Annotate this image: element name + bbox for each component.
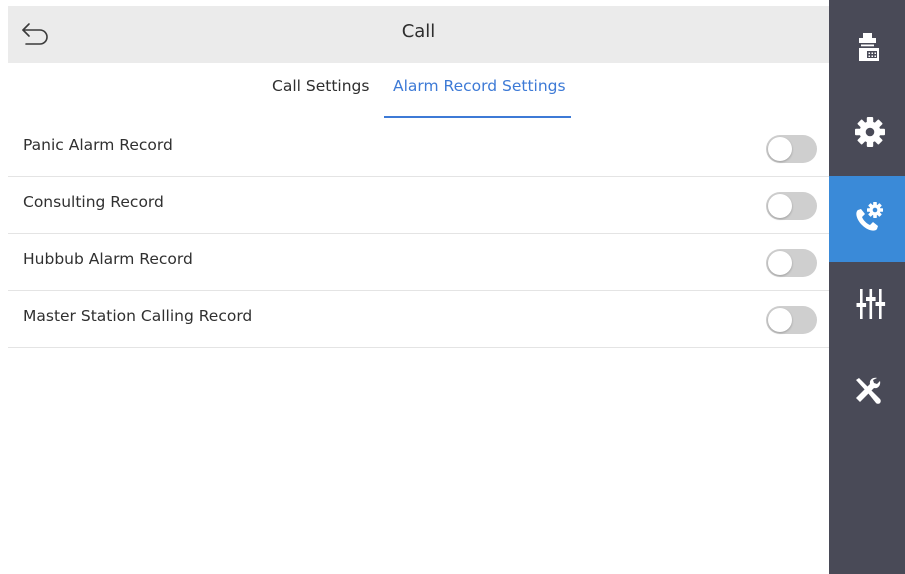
master-station-calling-record-toggle[interactable] xyxy=(766,306,817,334)
gear-icon xyxy=(855,117,885,147)
setting-label: Panic Alarm Record xyxy=(23,136,173,154)
sidebar-item-device[interactable] xyxy=(829,4,905,90)
intercom-device-icon xyxy=(859,33,879,61)
sliders-icon xyxy=(856,289,886,319)
back-button[interactable] xyxy=(20,20,52,48)
toggle-knob xyxy=(768,251,792,275)
call-settings-icon xyxy=(856,202,883,231)
page-title: Call xyxy=(401,21,436,42)
tab-call-settings[interactable]: Call Settings xyxy=(272,77,369,95)
tab-alarm-record-settings[interactable]: Alarm Record Settings xyxy=(393,77,566,95)
sidebar-item-settings[interactable] xyxy=(829,90,905,176)
toggle-knob xyxy=(768,194,792,218)
setting-row-panic-alarm-record: Panic Alarm Record xyxy=(8,120,829,177)
consulting-record-toggle[interactable] xyxy=(766,192,817,220)
toggle-knob xyxy=(768,137,792,161)
sidebar-item-adjust[interactable] xyxy=(829,262,905,348)
setting-row-consulting-record: Consulting Record xyxy=(8,177,829,234)
tab-bar: Call Settings Alarm Record Settings xyxy=(0,63,829,119)
hubbub-alarm-record-toggle[interactable] xyxy=(766,249,817,277)
tools-icon xyxy=(856,377,881,404)
sidebar-item-maintenance[interactable] xyxy=(829,348,905,434)
settings-list: Panic Alarm Record Consulting Record Hub… xyxy=(8,120,829,348)
sidebar-item-call[interactable] xyxy=(829,176,905,262)
main-panel: Call Call Settings Alarm Record Settings… xyxy=(0,0,829,574)
setting-label: Consulting Record xyxy=(23,193,164,211)
active-tab-indicator xyxy=(384,116,571,118)
toggle-knob xyxy=(768,308,792,332)
setting-row-master-station-calling-record: Master Station Calling Record xyxy=(8,291,829,348)
setting-label: Master Station Calling Record xyxy=(23,307,253,325)
back-arrow-icon xyxy=(22,23,48,45)
sidebar xyxy=(829,0,905,574)
setting-row-hubbub-alarm-record: Hubbub Alarm Record xyxy=(8,234,829,291)
panic-alarm-record-toggle[interactable] xyxy=(766,135,817,163)
setting-label: Hubbub Alarm Record xyxy=(23,250,193,268)
header-bar: Call xyxy=(8,6,829,63)
